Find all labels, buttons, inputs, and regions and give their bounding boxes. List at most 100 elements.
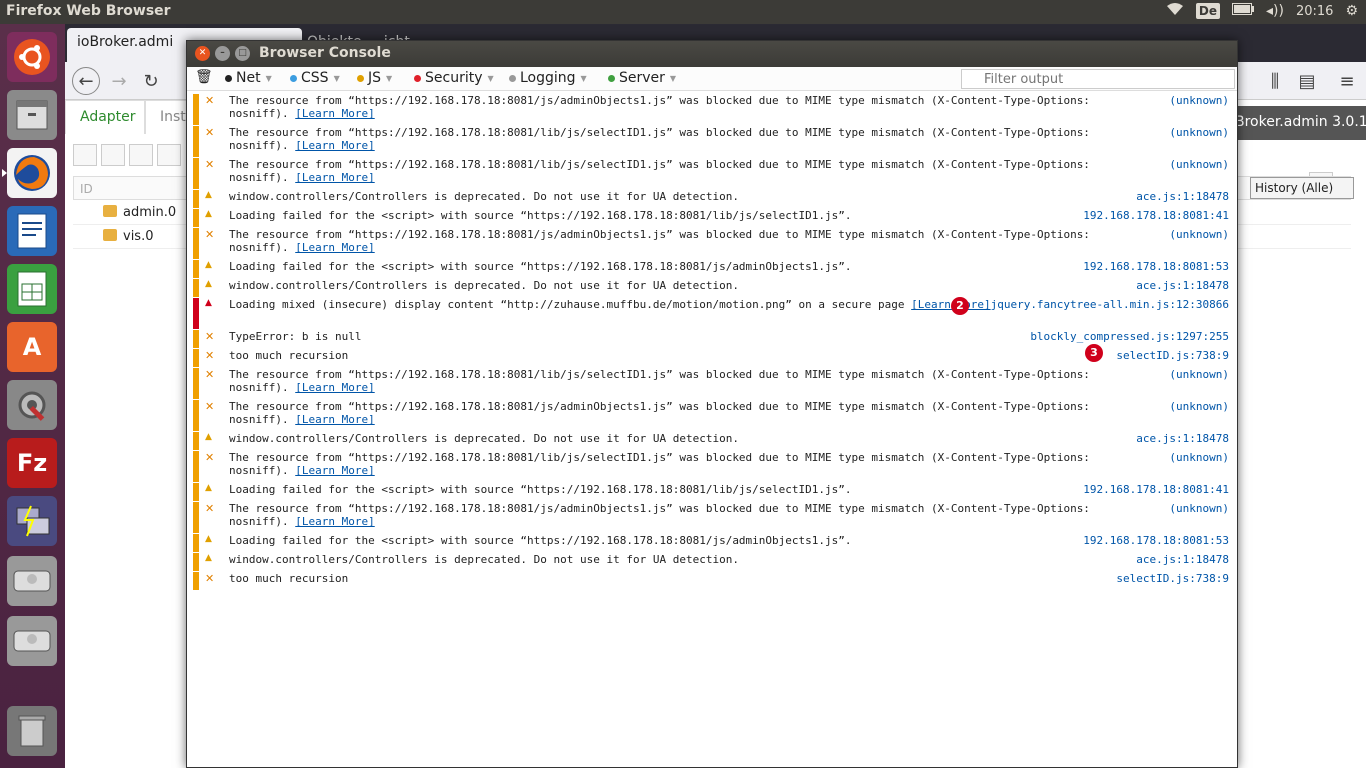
log-message[interactable]: ✕ TypeError: b is null blockly_compressed.… [193,330,1233,348]
log-message[interactable]: ✕ too much recursion selectID.js:738:9 3 [193,344,1233,367]
log-message[interactable]: ✕ The resource from “https://192.168.178.… [193,94,1233,125]
log-message[interactable]: ✕ too much recursion selectID.js:738:9 [193,572,1233,590]
toolbar-button[interactable] [73,144,97,166]
library-icon[interactable]: ⫼ [1261,67,1289,95]
net-dot-icon [225,74,232,82]
filter-security[interactable]: Security ▼ [414,70,494,86]
learn-more-link[interactable]: [Learn More] [295,413,374,426]
log-message[interactable]: ▲ Loading failed for the <script> with so… [193,483,1233,501]
toolbar-button[interactable] [129,144,153,166]
log-message[interactable]: ✕ The resource from “https://192.168.178.… [193,451,1233,482]
log-source-link[interactable]: (unknown) [1169,368,1229,381]
tab-label: Adapter [80,109,136,125]
log-source-link[interactable]: 192.168.178.18:8081:53 [1083,260,1229,273]
trash-icon[interactable]: 🗑 [195,69,213,85]
firefox-icon[interactable] [2,148,57,198]
system-settings-icon[interactable] [7,380,57,430]
error-icon: ✕ [205,502,215,515]
log-message[interactable]: ✕ The resource from “https://192.168.178.… [193,400,1233,431]
filter-output-input[interactable] [961,69,1235,89]
log-source-link[interactable]: ace.js:1:18478 [1136,279,1229,292]
log-source-link[interactable]: (unknown) [1169,451,1229,464]
wifi-icon[interactable] [1166,2,1184,20]
close-icon[interactable]: ✕ [195,46,210,61]
learn-more-link[interactable]: [Learn More] [295,171,374,184]
tab-adapter[interactable]: Adapter [65,100,145,134]
filter-net[interactable]: Net ▼ [225,70,272,86]
learn-more-link[interactable]: [Learn More] [295,241,374,254]
log-source-link[interactable]: ace.js:1:18478 [1136,432,1229,445]
log-message[interactable]: ▲ window.controllers/Controllers is depre… [193,553,1233,571]
filter-css[interactable]: CSS ▼ [290,70,340,86]
forward-button[interactable]: → [105,67,133,95]
history-select[interactable]: History (Alle) [1250,177,1354,199]
log-message[interactable]: ▲ window.controllers/Controllers is depre… [193,432,1233,450]
log-source-link[interactable]: (unknown) [1169,502,1229,515]
log-message[interactable]: ▲ Loading failed for the <script> with so… [193,209,1233,227]
learn-more-link[interactable]: [Learn More] [295,107,374,120]
remote-desktop-icon[interactable] [7,496,57,546]
css-dot-icon [290,74,297,82]
minimize-icon[interactable]: – [215,46,230,61]
log-message[interactable]: ▲ window.controllers/Controllers is depre… [193,279,1233,297]
log-source-link[interactable]: ace.js:1:18478 [1136,553,1229,566]
software-center-icon[interactable]: A [7,322,57,372]
log-source-link[interactable]: 192.168.178.18:8081:53 [1083,534,1229,547]
severity-bar [193,534,199,552]
log-message[interactable]: ▲ window.controllers/Controllers is depre… [193,190,1233,208]
libreoffice-calc-icon[interactable] [7,264,57,314]
toolbar-button[interactable] [101,144,125,166]
menu-icon[interactable]: ≡ [1333,67,1361,95]
ubuntu-dash-icon[interactable] [7,32,57,82]
log-source-link[interactable]: ace.js:1:18478 [1136,190,1229,203]
log-message[interactable]: ✕ The resource from “https://192.168.178.… [193,368,1233,399]
log-message[interactable]: ▲ Loading failed for the <script> with so… [193,534,1233,552]
clock[interactable]: 20:16 [1296,4,1333,19]
libreoffice-writer-icon[interactable] [7,206,57,256]
maximize-icon[interactable]: □ [235,46,250,61]
filezilla-icon[interactable]: Fz [7,438,57,488]
back-button[interactable]: ← [72,67,100,95]
filter-js[interactable]: JS ▼ [357,70,392,86]
gear-icon[interactable]: ⚙ [1345,3,1358,19]
log-source-link[interactable]: (unknown) [1169,126,1229,139]
log-message[interactable]: ✕ The resource from “https://192.168.178.… [193,228,1233,259]
filter-server[interactable]: Server ▼ [608,70,676,86]
learn-more-link[interactable]: [Learn More] [295,139,374,152]
learn-more-link[interactable]: [Learn More] [295,464,374,477]
log-source-link[interactable]: (unknown) [1169,158,1229,171]
log-message-text: Loading failed for the <script> with sou… [229,260,852,273]
reload-button[interactable]: ↻ [137,67,165,95]
drive-icon[interactable] [7,556,57,606]
security-warning-icon: ▲ [205,298,212,308]
log-message[interactable]: ✕ The resource from “https://192.168.178.… [193,158,1233,189]
log-message[interactable]: ▲ Loading mixed (insecure) display conten… [193,297,1233,329]
log-message-text: The resource from “https://192.168.178.1… [229,158,1097,184]
files-icon[interactable] [7,90,57,140]
log-message[interactable]: ▲ Loading failed for the <script> with so… [193,260,1233,278]
battery-icon[interactable] [1232,3,1255,19]
log-source-link[interactable]: 192.168.178.18:8081:41 [1083,209,1229,222]
log-message[interactable]: ✕ The resource from “https://192.168.178.… [193,502,1233,533]
learn-more-link[interactable]: [Learn More] [295,381,374,394]
toolbar-button[interactable] [157,144,181,166]
log-message[interactable]: ✕ The resource from “https://192.168.178.… [193,126,1233,157]
keyboard-layout-indicator[interactable]: De [1195,3,1221,19]
filter-logging[interactable]: Logging ▼ [509,70,587,86]
log-source-link[interactable]: blockly_compressed.js:1297:255 [1030,330,1229,343]
log-message-text: The resource from “https://192.168.178.1… [229,126,1097,152]
trash-icon[interactable] [7,706,57,756]
drive-icon[interactable] [7,616,57,666]
log-source-link[interactable]: (unknown) [1169,228,1229,241]
log-source-link[interactable]: (unknown) [1169,400,1229,413]
severity-bar [193,190,199,208]
learn-more-link[interactable]: [Learn More] [295,515,374,528]
log-source-link[interactable]: jquery.fancytree-all.min.js:12:30866 [991,298,1229,311]
volume-icon[interactable]: ◂)) [1266,3,1284,19]
sidebar-icon[interactable]: ▤ [1293,67,1321,95]
log-source-link[interactable]: selectID.js:738:9 [1116,349,1229,362]
log-source-link[interactable]: (unknown) [1169,94,1229,107]
chevron-down-icon: ▼ [265,73,272,83]
log-source-link[interactable]: 192.168.178.18:8081:41 [1083,483,1229,496]
log-source-link[interactable]: selectID.js:738:9 [1116,572,1229,585]
